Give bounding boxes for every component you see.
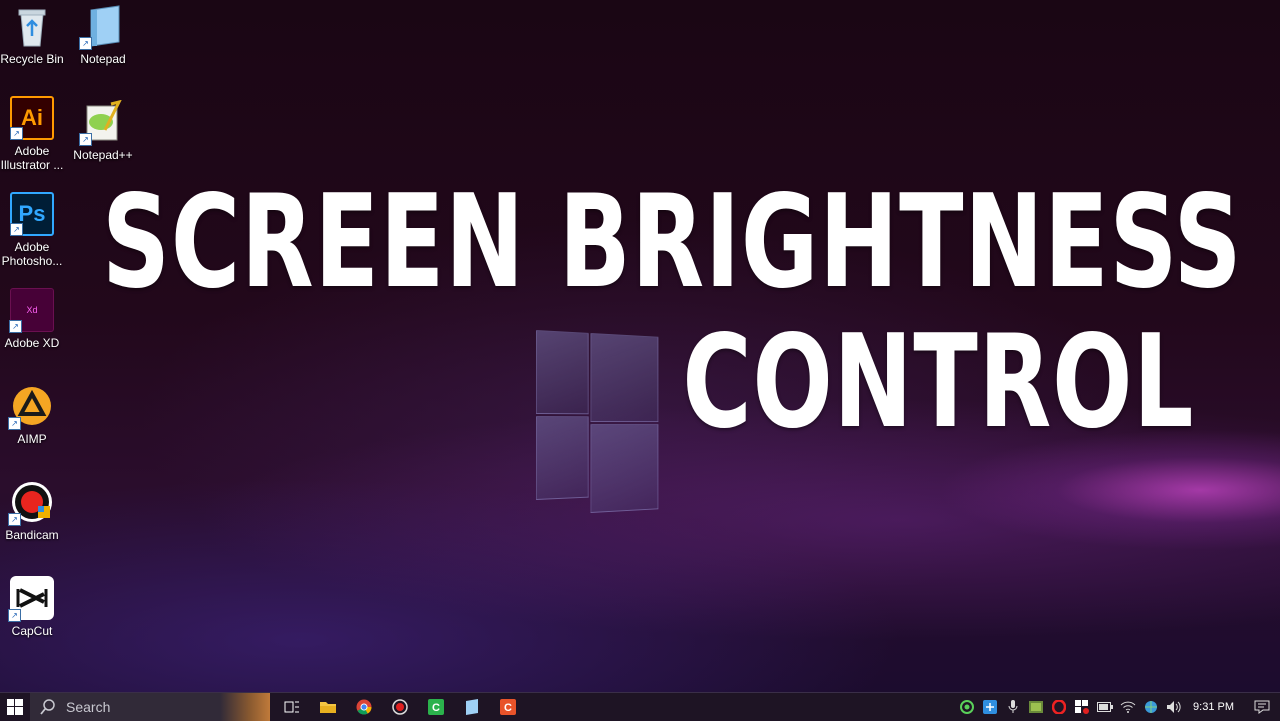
svg-text:C: C	[432, 702, 440, 714]
capcut-icon: ↗	[8, 576, 54, 622]
microphone-icon	[1008, 700, 1018, 713]
notepad-plus-plus-label: Notepad++	[73, 148, 133, 162]
adobe-xd-label: Adobe XD	[4, 336, 60, 350]
adobe-photoshop-icon: Ps ↗	[10, 192, 54, 236]
search-placeholder: Search	[66, 699, 111, 715]
camtasia-icon: C	[428, 699, 444, 715]
desktop-icon-notepad[interactable]: ↗ Notepad	[67, 4, 139, 66]
taskbar: Search C C 9:31 PM	[0, 692, 1280, 721]
notepad-plus-plus-icon: ↗	[79, 99, 125, 146]
title-line-1: SCREEN BRIGHTNESS	[102, 168, 1243, 317]
tray-network[interactable]	[1139, 693, 1162, 721]
desktop-icon-capcut[interactable]: ↗ CapCut	[0, 576, 68, 638]
tray-app-blue[interactable]	[978, 693, 1001, 721]
windows-logo-wallpaper	[536, 330, 659, 516]
aimp-label: AIMP	[17, 432, 47, 446]
tray-volume[interactable]	[1162, 693, 1185, 721]
start-button[interactable]	[0, 693, 30, 721]
svg-text:C: C	[504, 702, 512, 714]
tray-wifi[interactable]	[1116, 693, 1139, 721]
adobe-photoshop-label: Adobe Photosho...	[1, 240, 63, 268]
capcut-label: CapCut	[11, 624, 53, 638]
search-highlight-art	[220, 693, 270, 721]
chrome-button[interactable]	[346, 693, 382, 721]
gpu-icon	[1028, 701, 1043, 713]
taskbar-search-box[interactable]: Search	[30, 693, 270, 721]
tray-battery[interactable]	[1093, 693, 1116, 721]
notification-icon	[1254, 700, 1270, 714]
tray-microphone[interactable]	[1001, 693, 1024, 721]
capcut-taskbar-button[interactable]: C	[490, 693, 526, 721]
notepad-icon: ↗	[79, 4, 125, 50]
tray-gpu[interactable]	[1024, 693, 1047, 721]
record-icon	[392, 699, 408, 715]
notepad-label: Notepad	[80, 52, 126, 66]
wifi-icon	[1120, 701, 1135, 713]
tray-security[interactable]	[1070, 693, 1093, 721]
file-explorer-button[interactable]	[310, 693, 346, 721]
system-tray: 9:31 PM	[955, 693, 1280, 721]
notepad-taskbar-button[interactable]	[454, 693, 490, 721]
recycle-bin-icon	[10, 4, 54, 48]
network-icon	[1144, 701, 1157, 713]
volume-icon	[1166, 701, 1181, 713]
adobe-illustrator-icon: Ai ↗	[10, 96, 54, 140]
desktop-icon-recycle-bin[interactable]: Recycle Bin	[0, 4, 68, 66]
windows-start-icon	[7, 699, 23, 715]
tray-opera[interactable]	[1047, 693, 1070, 721]
adobe-illustrator-label: Adobe Illustrator ...	[0, 144, 64, 172]
windows-security-icon	[1074, 700, 1089, 714]
recycle-bin-label: Recycle Bin	[0, 52, 64, 66]
aimp-icon: ↗	[8, 384, 54, 430]
recorder-button[interactable]	[382, 693, 418, 721]
green-circle-icon	[959, 700, 974, 714]
action-center-button[interactable]	[1244, 693, 1280, 721]
desktop-icon-notepad-plus-plus[interactable]: ↗ Notepad++	[67, 99, 139, 162]
title-line-2: CONTROL	[682, 308, 1194, 457]
file-explorer-icon	[320, 702, 336, 713]
chrome-icon	[356, 699, 372, 715]
shield-blue-icon	[982, 700, 997, 714]
battery-icon	[1096, 702, 1113, 712]
bandicam-label: Bandicam	[5, 528, 59, 542]
search-icon	[40, 699, 55, 715]
capcut-taskbar-icon: C	[500, 699, 516, 715]
bandicam-icon: ↗	[8, 480, 54, 526]
camtasia-button[interactable]: C	[418, 693, 454, 721]
desktop-icon-adobe-photoshop[interactable]: Ps ↗ Adobe Photosho...	[0, 192, 68, 268]
desktop-icon-adobe-xd[interactable]: Xd ↗ Adobe XD	[0, 288, 68, 350]
adobe-xd-icon: Xd ↗	[9, 288, 54, 333]
task-view-button[interactable]	[274, 693, 310, 721]
opera-icon	[1051, 700, 1066, 714]
tray-app-green[interactable]	[955, 693, 978, 721]
notepad-taskbar-icon	[466, 699, 478, 715]
desktop-icon-aimp[interactable]: ↗ AIMP	[0, 384, 68, 446]
taskbar-clock[interactable]: 9:31 PM	[1185, 701, 1244, 713]
task-view-icon	[284, 701, 299, 713]
desktop-icon-bandicam[interactable]: ↗ Bandicam	[0, 480, 68, 542]
desktop-icon-adobe-illustrator[interactable]: Ai ↗ Adobe Illustrator ...	[0, 96, 68, 172]
